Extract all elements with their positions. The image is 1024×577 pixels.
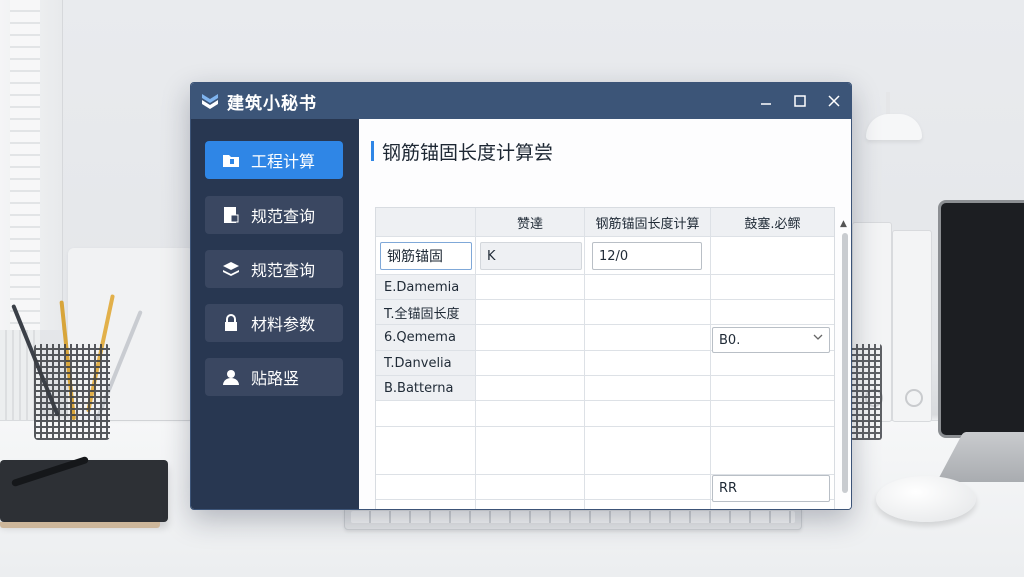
- table-cell: [376, 475, 476, 500]
- row-header: 6.Qemema: [376, 325, 476, 351]
- result-field[interactable]: RR: [712, 475, 830, 502]
- row-header: T.Danvelia: [376, 351, 476, 376]
- vertical-scrollbar[interactable]: ▲ ▼: [840, 219, 849, 509]
- sidebar-item-label: 工程计算: [251, 152, 316, 171]
- table-cell: [585, 500, 711, 509]
- table-cell: [376, 401, 476, 427]
- value-input-1[interactable]: K: [480, 242, 582, 270]
- table-cell: [376, 427, 476, 475]
- table-cell: [711, 275, 834, 300]
- sidebar-item-user[interactable]: 贴路竖: [205, 358, 343, 396]
- table-cell: [585, 300, 711, 325]
- select-value: B0.: [719, 332, 741, 348]
- binder: [892, 230, 932, 422]
- maximize-button[interactable]: [783, 83, 817, 119]
- table-cell: [585, 351, 711, 376]
- window-controls: [749, 83, 851, 119]
- condition-select[interactable]: B0.: [712, 327, 830, 353]
- scroll-thumb[interactable]: [842, 233, 848, 493]
- column-header: 鼓塞.必鳏: [711, 208, 834, 237]
- stack-icon: [221, 259, 241, 279]
- table-cell: [476, 475, 585, 500]
- table-cell: [376, 500, 476, 509]
- table-cell: [476, 300, 585, 325]
- table-cell: [476, 376, 585, 401]
- table-cell: [585, 376, 711, 401]
- table-cell: [476, 351, 585, 376]
- scroll-up-icon[interactable]: ▲: [840, 219, 847, 229]
- table-cell: [711, 351, 834, 376]
- sidebar: 工程计算 规范查询 规范查询 材料参数 贴路竖: [191, 119, 359, 509]
- table-cell: [711, 427, 834, 475]
- row-header: B.Batterna: [376, 376, 476, 401]
- page-title: 钢筋锚固长度计算尝: [371, 139, 553, 164]
- app-title: 建筑小秘书: [227, 93, 317, 114]
- table-cell: [585, 475, 711, 500]
- column-header: 赞達: [476, 208, 585, 237]
- table-cell: [585, 325, 711, 351]
- mouse: [876, 476, 976, 522]
- table-cell: [476, 401, 585, 427]
- sidebar-item-label: 规范查询: [251, 261, 316, 280]
- table-cell: [585, 401, 711, 427]
- user-icon: [221, 367, 241, 387]
- laptop: [938, 200, 1024, 438]
- desk-lamp: [858, 92, 928, 152]
- close-icon: [828, 95, 840, 107]
- table-cell: [711, 401, 834, 427]
- table-cell: [711, 300, 834, 325]
- document-icon: [221, 205, 241, 225]
- main-content: 钢筋锚固长度计算尝 ▲ ▼ 赞達 钢筋锚固长度计算 鼓塞.必鳏 钢筋锚固 K 1…: [359, 119, 851, 509]
- table-cell: [711, 237, 834, 275]
- title-bar[interactable]: 建筑小秘书: [191, 83, 851, 119]
- column-header: [376, 208, 476, 237]
- pencil-cup: [34, 344, 110, 440]
- background-window: [0, 0, 63, 330]
- close-button[interactable]: [817, 83, 851, 119]
- sidebar-item-label: 材料参数: [251, 315, 316, 334]
- value-input-2[interactable]: 12/0: [592, 242, 702, 270]
- sidebar-item-material-params[interactable]: 材料参数: [205, 304, 343, 342]
- sidebar-item-engineering-calc[interactable]: 工程计算: [205, 141, 343, 179]
- minimize-icon: [761, 103, 771, 105]
- app-logo-icon: [202, 94, 218, 109]
- column-header: 钢筋锚固长度计算: [585, 208, 711, 237]
- sidebar-item-label: 规范查询: [251, 207, 316, 226]
- table-cell: [585, 275, 711, 300]
- lock-icon: [221, 313, 241, 333]
- row-header: E.Damemia: [376, 275, 476, 300]
- folder-icon: [221, 150, 241, 170]
- sidebar-item-spec-query[interactable]: 规范查询: [205, 196, 343, 234]
- calc-table: 赞達 钢筋锚固长度计算 鼓塞.必鳏 钢筋锚固 K 12/0 E.Damemia …: [375, 207, 835, 509]
- notebook: [0, 460, 168, 528]
- pencil-cup: [850, 344, 882, 440]
- sidebar-item-label: 贴路竖: [251, 369, 300, 388]
- table-cell: [476, 500, 585, 509]
- table-cell: [476, 325, 585, 351]
- maximize-icon: [794, 95, 806, 107]
- chevron-down-icon: [813, 334, 823, 340]
- sidebar-item-spec-query-2[interactable]: 规范查询: [205, 250, 343, 288]
- row-header: T.全锚固长度: [376, 300, 476, 325]
- app-window: 建筑小秘书 工程计算 规范查询 规范查询 材料参数 贴路竖 钢筋锚固长度计算尝 …: [190, 82, 852, 510]
- table-cell: [585, 427, 711, 475]
- minimize-button[interactable]: [749, 83, 783, 119]
- table-cell: [711, 376, 834, 401]
- table-cell: [476, 427, 585, 475]
- table-cell: [476, 275, 585, 300]
- rebar-anchor-input[interactable]: 钢筋锚固: [380, 242, 472, 270]
